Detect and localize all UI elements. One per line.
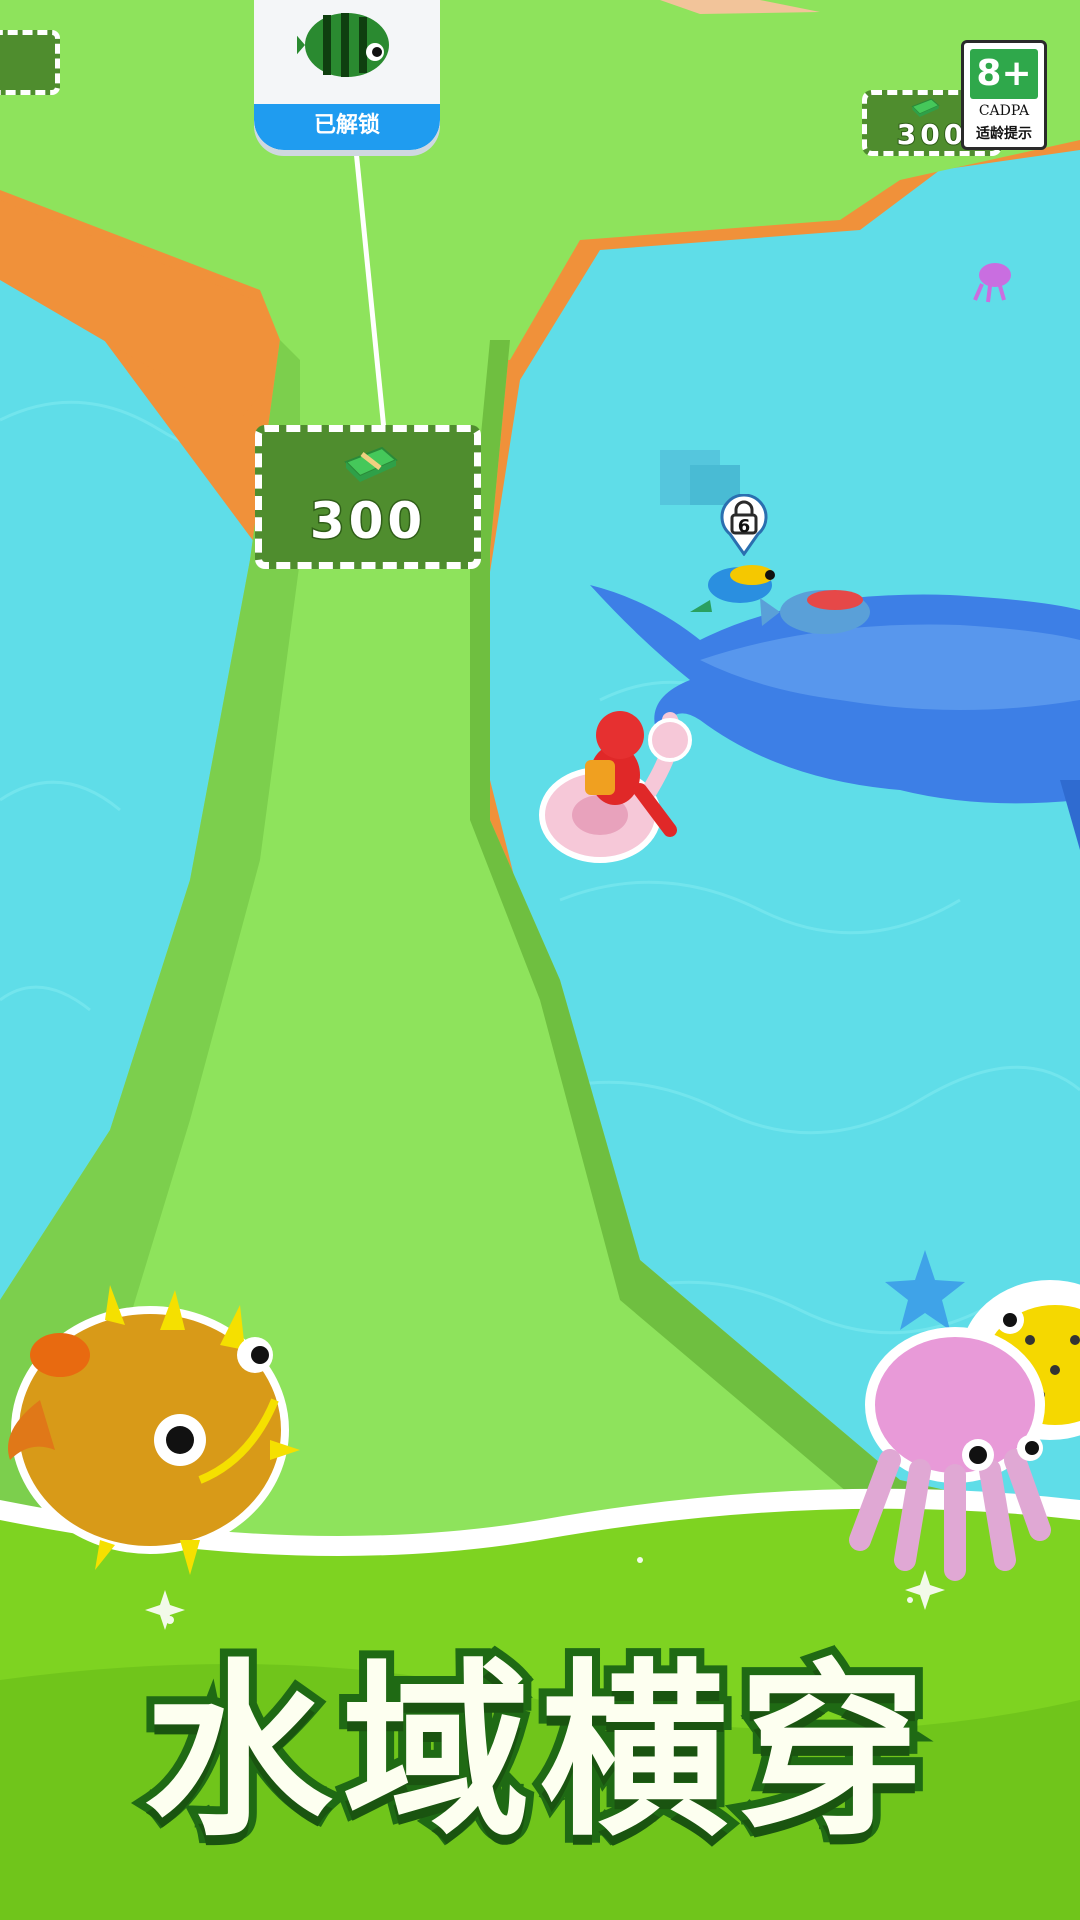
game-scene: 已解锁 300 300 6 8+ CADPA 适龄提示 水域横穿 [0,0,1080,1920]
striped-fish-icon [297,13,389,77]
promo-title: 水域横穿 [136,1635,936,1870]
price-amount: 300 [308,491,427,552]
age-rating-badge: 8+ CADPA 适龄提示 [961,40,1047,150]
price-pad[interactable]: 300 [255,425,481,569]
unlocked-item-card[interactable]: 已解锁 [254,0,440,150]
age-rating-value: 8+ [970,49,1038,99]
partial-price-pad [0,30,60,95]
cash-stack-icon [344,446,398,482]
age-rating-org: CADPA [978,103,1030,119]
age-rating-note: 适龄提示 [976,126,1032,142]
cash-stack-icon [911,98,940,117]
lock-level: 6 [737,516,751,537]
unlock-status-label: 已解锁 [254,104,440,150]
lock-marker[interactable]: 6 [718,494,770,556]
